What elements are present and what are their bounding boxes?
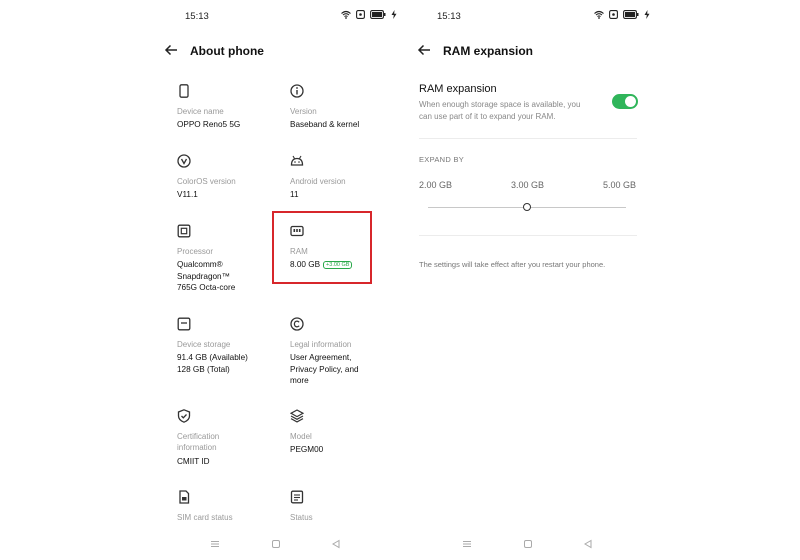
android-version-value: 11	[290, 190, 299, 199]
page-title-right: RAM expansion	[443, 44, 534, 58]
version-label: Version	[290, 107, 317, 116]
model-label: Model	[290, 432, 312, 441]
device-storage-label: Device storage	[177, 340, 231, 349]
option-5gb[interactable]: 5.00 GB	[603, 180, 636, 190]
coloros-version-value: V11.1	[177, 190, 198, 199]
sim-card-icon	[179, 490, 190, 504]
status-icon	[290, 490, 304, 504]
device-storage-value: 91.4 GB (Available) 128 GB (Total)	[177, 353, 248, 374]
expand-slider-thumb[interactable]	[523, 203, 531, 211]
menu-nav-icon[interactable]	[462, 539, 472, 549]
android-version-label: Android version	[290, 177, 346, 186]
charging-icon	[391, 10, 397, 19]
back-nav-icon[interactable]	[331, 539, 341, 549]
status-item[interactable]: Status	[290, 490, 400, 525]
coloros-icon	[177, 154, 191, 168]
model-item: Model PEGM00	[290, 409, 400, 459]
status-icons	[341, 10, 397, 19]
ram-highlight-box	[272, 211, 372, 284]
back-nav-icon[interactable]	[583, 539, 593, 549]
ram-expansion-toggle[interactable]	[612, 94, 638, 109]
android-version-item[interactable]: Android version 11	[290, 154, 400, 204]
version-value: Baseband & kernel	[290, 120, 360, 129]
option-2gb[interactable]: 2.00 GB	[419, 180, 452, 190]
legal-information-item[interactable]: Legal information User Agreement, Privac…	[290, 317, 400, 387]
expand-by-header: EXPAND BY	[419, 155, 465, 164]
processor-label: Processor	[177, 247, 214, 256]
version-item[interactable]: Version Baseband & kernel	[290, 84, 400, 134]
status-icons-right	[594, 10, 650, 19]
sim-card-status-item[interactable]: SIM card status	[177, 490, 287, 525]
setting-description: When enough storage space is available, …	[419, 100, 581, 121]
certification-item[interactable]: Certification information CMIIT ID	[177, 409, 287, 469]
back-arrow-icon[interactable]	[417, 44, 431, 56]
certification-value: CMIIT ID	[177, 457, 210, 466]
model-value: PEGM00	[290, 445, 324, 454]
processor-icon	[177, 224, 191, 238]
device-name-value: OPPO Reno5 5G	[177, 120, 241, 129]
status-time-right: 15:13	[437, 11, 461, 22]
device-storage-item[interactable]: Device storage 91.4 GB (Available) 128 G…	[177, 317, 287, 377]
certification-label: Certification information	[177, 432, 220, 452]
coloros-version-label: ColorOS version	[177, 177, 236, 186]
certification-icon	[177, 409, 191, 423]
option-3gb[interactable]: 3.00 GB	[511, 180, 544, 190]
storage-icon	[177, 317, 191, 331]
toggle-knob	[625, 96, 636, 107]
page-title: About phone	[190, 44, 264, 58]
layers-icon	[290, 409, 304, 423]
setting-title: RAM expansion	[419, 83, 497, 95]
home-nav-icon[interactable]	[523, 539, 533, 549]
back-arrow-icon[interactable]	[164, 44, 178, 56]
wifi-icon	[594, 10, 604, 19]
coloros-version-item: ColorOS version V11.1	[177, 154, 287, 204]
status-label: Status	[290, 513, 313, 522]
processor-value: Qualcomm® Snapdragon™ 765G Octa-core	[177, 260, 236, 292]
restart-note: The settings will take effect after you …	[419, 260, 606, 269]
home-nav-icon[interactable]	[271, 539, 281, 549]
nfc-icon	[356, 10, 365, 19]
android-icon	[290, 155, 304, 166]
divider	[419, 235, 637, 236]
menu-nav-icon[interactable]	[210, 539, 220, 549]
info-icon	[290, 84, 304, 98]
nfc-icon	[609, 10, 618, 19]
device-name-item[interactable]: Device name OPPO Reno5 5G	[177, 84, 287, 134]
battery-icon	[370, 10, 386, 19]
processor-item: Processor Qualcomm® Snapdragon™ 765G Oct…	[177, 224, 287, 294]
battery-icon	[623, 10, 639, 19]
status-time: 15:13	[185, 11, 209, 22]
legal-information-value: User Agreement, Privacy Policy, and more	[290, 353, 359, 385]
divider	[419, 138, 637, 139]
phone-icon	[179, 84, 189, 98]
copyright-icon	[290, 317, 304, 331]
legal-information-label: Legal information	[290, 340, 352, 349]
sim-card-status-label: SIM card status	[177, 513, 233, 522]
device-name-label: Device name	[177, 107, 224, 116]
wifi-icon	[341, 10, 351, 19]
charging-icon	[644, 10, 650, 19]
